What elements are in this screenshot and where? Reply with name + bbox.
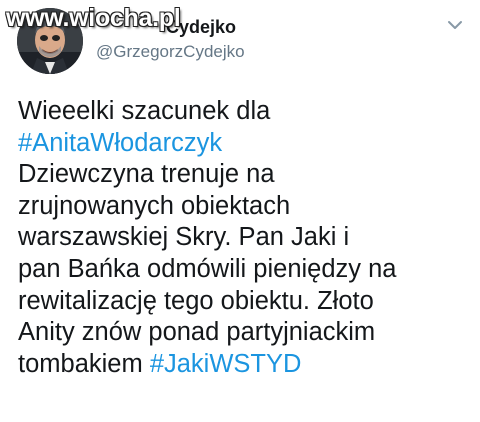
tweet-line: pan Bańka odmówili pieniędzy na <box>18 254 397 283</box>
tweet-last-line: tombakiem #JakiWSTYD <box>18 349 468 381</box>
tweet-line: Wieeelki szacunek dla <box>18 97 271 125</box>
avatar[interactable] <box>17 8 83 74</box>
tweet-line: Anity znów ponad partyjniackim <box>18 318 376 347</box>
tweet-line: rewitalizację tego obiektu. Złoto <box>18 286 374 315</box>
chevron-down-icon[interactable] <box>444 14 466 36</box>
tweet-header: Cydejko @GrzegorzCydejko www.wiocha.pl <box>0 0 480 80</box>
avatar-image <box>17 8 83 74</box>
tweet-line: warszawskiej Skry. Pan Jaki i <box>18 223 350 252</box>
hashtag-link[interactable]: #JakiWSTYD <box>150 350 302 378</box>
tweet-card: Cydejko @GrzegorzCydejko www.wiocha.pl W… <box>0 0 480 422</box>
author-handle[interactable]: @GrzegorzCydejko <box>96 42 245 62</box>
author-display-name[interactable]: Cydejko <box>166 17 236 38</box>
tweet-line: zrujnowanych obiektach <box>18 191 291 220</box>
chevron-down-icon-graphic <box>448 21 462 29</box>
tweet-body: Wieeelki szacunek dla #AnitaWłodarczyk D… <box>18 96 468 380</box>
hashtag-link[interactable]: #AnitaWłodarczyk <box>18 128 468 160</box>
tweet-line: Dziewczyna trenuje na <box>18 160 275 189</box>
author-name-row[interactable]: Cydejko <box>96 14 236 40</box>
tweet-line-text: tombakiem <box>18 349 143 378</box>
